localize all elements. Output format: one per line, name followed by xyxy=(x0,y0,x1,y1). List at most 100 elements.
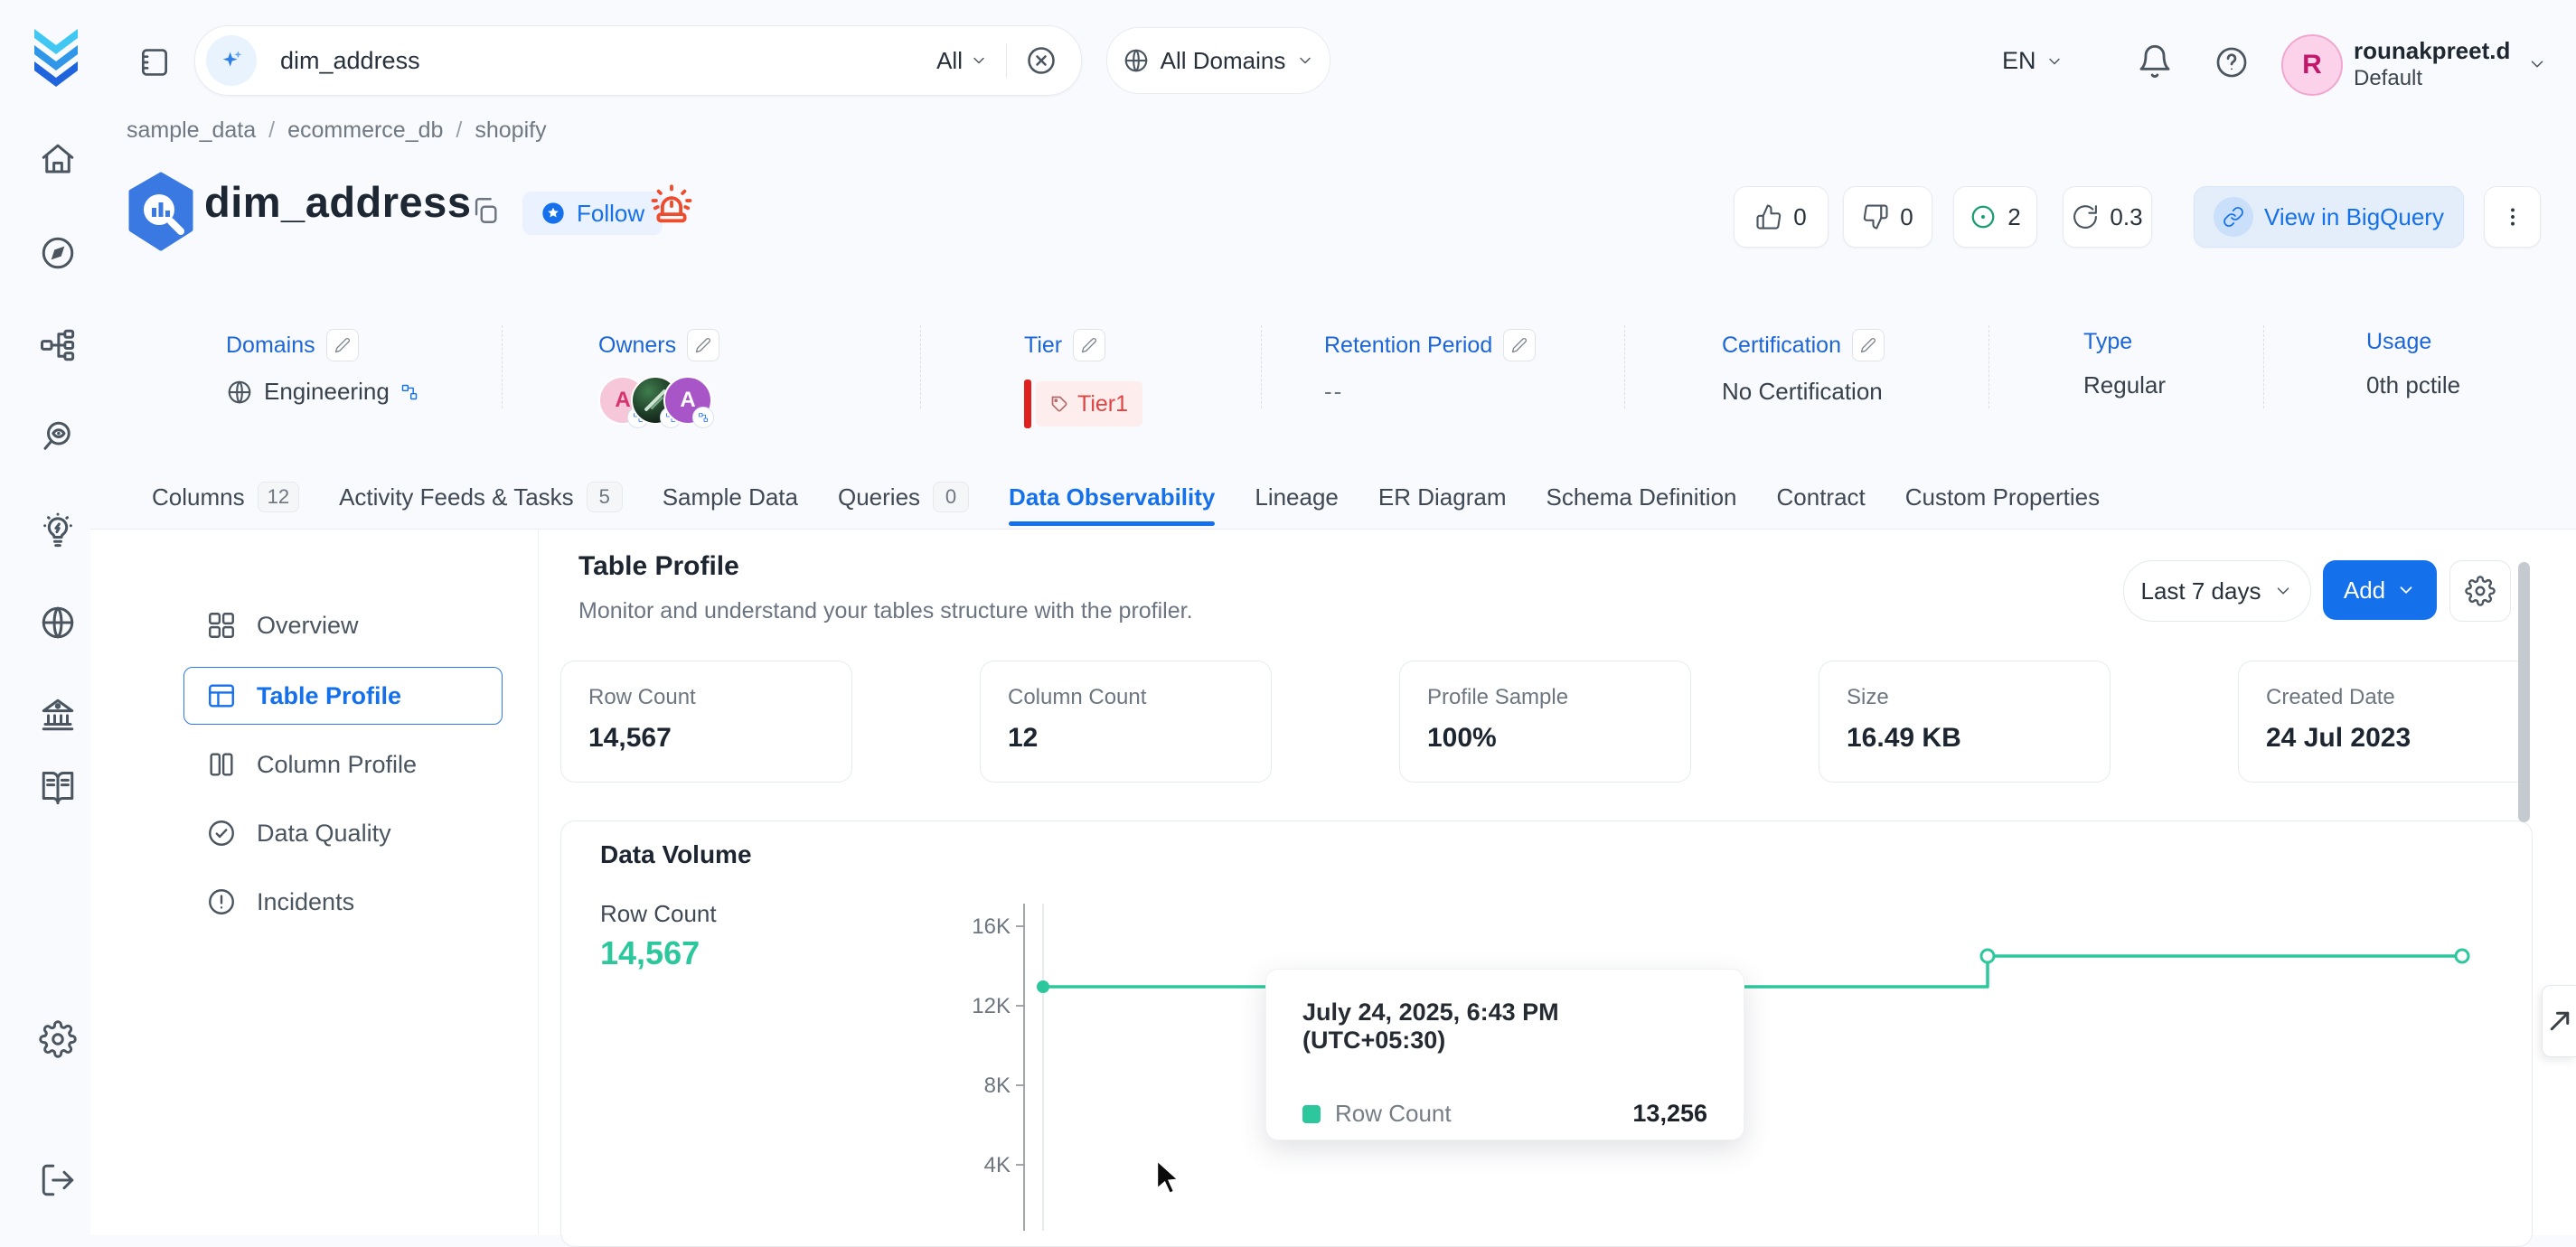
subnav-incidents[interactable]: Incidents xyxy=(183,873,503,931)
view-in-source-label: View in BigQuery xyxy=(2264,203,2444,231)
domains-label: Domains xyxy=(226,333,315,359)
help-icon[interactable] xyxy=(2214,45,2249,80)
subnav-overview[interactable]: Overview xyxy=(183,596,503,654)
alert-siren-icon[interactable] xyxy=(647,181,696,234)
tab-data-observability[interactable]: Data Observability xyxy=(1009,468,1215,526)
upvote-button[interactable]: 0 xyxy=(1734,186,1829,248)
views-button[interactable]: 2 xyxy=(1953,186,2037,248)
profiler-settings-button[interactable] xyxy=(2449,560,2511,622)
stat-card-size: Size 16.49 KB xyxy=(1819,661,2111,783)
data-point[interactable] xyxy=(2456,950,2468,962)
type-value: Regular xyxy=(2083,371,2166,399)
resize-arrow-icon xyxy=(2546,1008,2573,1035)
tab-contract[interactable]: Contract xyxy=(1777,468,1866,526)
vertical-scrollbar[interactable] xyxy=(2518,562,2530,822)
tab-er-diagram[interactable]: ER Diagram xyxy=(1378,468,1507,526)
stat-value: 12 xyxy=(1008,723,1271,754)
meta-retention: Retention Period -- xyxy=(1324,329,1536,406)
tab-sample-data[interactable]: Sample Data xyxy=(663,468,798,526)
add-button[interactable]: Add xyxy=(2323,560,2437,620)
global-search-bar[interactable]: dim_address All xyxy=(194,25,1082,96)
tooltip-series-value: 13,256 xyxy=(1632,1100,1707,1128)
tab-custom-properties[interactable]: Custom Properties xyxy=(1905,468,2100,526)
home-icon[interactable] xyxy=(39,140,77,178)
subnav-divider xyxy=(538,530,539,1234)
view-in-bigquery-button[interactable]: View in BigQuery xyxy=(2194,186,2464,248)
user-avatar[interactable]: R xyxy=(2281,34,2343,96)
search-divider xyxy=(1006,43,1007,78)
tier-tag[interactable]: Tier1 xyxy=(1036,381,1142,427)
clear-search-icon[interactable] xyxy=(1025,44,1058,77)
governance-bank-icon[interactable] xyxy=(39,696,77,734)
lineage-flow-icon[interactable] xyxy=(39,326,77,364)
search-scope-dropdown[interactable]: All xyxy=(936,47,988,75)
edit-retention-button[interactable] xyxy=(1503,329,1536,361)
user-team: Default xyxy=(2354,66,2510,91)
domain-filter-dropdown[interactable]: All Domains xyxy=(1106,27,1330,94)
user-menu-chevron-icon[interactable] xyxy=(2527,54,2547,74)
tab-queries[interactable]: Queries0 xyxy=(838,468,969,526)
tab-badge: 0 xyxy=(933,482,969,512)
downvote-button[interactable]: 0 xyxy=(1843,186,1932,248)
search-input[interactable]: dim_address xyxy=(280,47,420,75)
user-menu[interactable]: rounakpreet.d Default xyxy=(2354,36,2510,91)
insights-bulb-icon[interactable] xyxy=(39,511,77,549)
sidebar-toggle-icon[interactable] xyxy=(137,45,172,80)
owner-initial: A xyxy=(680,388,695,413)
subnav-data-quality[interactable]: Data Quality xyxy=(183,804,503,862)
score-button[interactable]: 0.3 xyxy=(2063,186,2152,248)
subnav-table-profile[interactable]: Table Profile xyxy=(183,667,503,725)
breadcrumb-service[interactable]: sample_data xyxy=(127,117,256,144)
observability-search-icon[interactable] xyxy=(39,418,77,456)
edit-certification-button[interactable] xyxy=(1852,329,1885,361)
breadcrumb: sample_data / ecommerce_db / shopify xyxy=(127,117,547,144)
data-point[interactable] xyxy=(1981,950,1994,962)
owner-avatar-3[interactable]: A xyxy=(663,376,712,425)
knowledge-book-icon[interactable] xyxy=(39,770,77,808)
data-point-hovered[interactable] xyxy=(1037,980,1049,993)
edit-tier-button[interactable] xyxy=(1073,329,1105,361)
subnav-column-profile[interactable]: Column Profile xyxy=(183,736,503,793)
date-range-dropdown[interactable]: Last 7 days xyxy=(2123,560,2311,622)
usage-label: Usage xyxy=(2366,329,2431,355)
score-value: 0.3 xyxy=(2110,203,2142,231)
columns-icon xyxy=(206,749,237,780)
tier-label: Tier xyxy=(1024,333,1062,359)
tab-activity-feeds[interactable]: Activity Feeds & Tasks5 xyxy=(339,468,623,526)
more-options-kebab-icon[interactable] xyxy=(2484,186,2541,248)
copy-name-icon[interactable] xyxy=(470,195,501,226)
tier-color-bar xyxy=(1024,380,1031,428)
chart-tooltip: July 24, 2025, 6:43 PM (UTC+05:30) Row C… xyxy=(1265,969,1744,1140)
meta-domains: Domains Engineering xyxy=(226,329,418,406)
language-dropdown[interactable]: EN xyxy=(2002,47,2064,75)
stat-value: 100% xyxy=(1427,723,1690,754)
breadcrumb-database[interactable]: ecommerce_db xyxy=(287,117,443,144)
refresh-icon xyxy=(2072,203,2099,230)
ai-sparkle-icon xyxy=(206,35,257,86)
tab-columns[interactable]: Columns12 xyxy=(152,468,299,526)
stat-value: 14,567 xyxy=(588,723,851,754)
domains-globe-icon[interactable] xyxy=(39,604,77,642)
notifications-bell-icon[interactable] xyxy=(2137,43,2173,80)
logout-icon[interactable] xyxy=(39,1161,77,1199)
stat-value: 24 Jul 2023 xyxy=(2266,723,2529,754)
chevron-down-icon xyxy=(2045,52,2064,70)
language-value: EN xyxy=(2002,47,2036,75)
edit-owners-button[interactable] xyxy=(687,329,719,361)
tab-lineage[interactable]: Lineage xyxy=(1255,468,1339,526)
edge-panel-handle[interactable] xyxy=(2542,985,2576,1057)
tab-badge: 12 xyxy=(258,482,299,512)
edit-domains-button[interactable] xyxy=(326,329,359,361)
stat-card-profile-sample: Profile Sample 100% xyxy=(1399,661,1691,783)
app-logo[interactable] xyxy=(27,25,85,92)
domains-value[interactable]: Engineering xyxy=(264,378,390,406)
explore-compass-icon[interactable] xyxy=(39,234,77,272)
meta-divider xyxy=(502,325,503,408)
settings-gear-icon[interactable] xyxy=(39,1020,77,1058)
meta-owners: Owners A A xyxy=(598,329,725,427)
alert-circle-icon xyxy=(206,886,237,917)
follow-button[interactable]: Follow xyxy=(522,192,663,235)
retention-value: -- xyxy=(1324,378,1343,406)
tab-schema-definition[interactable]: Schema Definition xyxy=(1547,468,1737,526)
breadcrumb-schema[interactable]: shopify xyxy=(475,117,546,144)
